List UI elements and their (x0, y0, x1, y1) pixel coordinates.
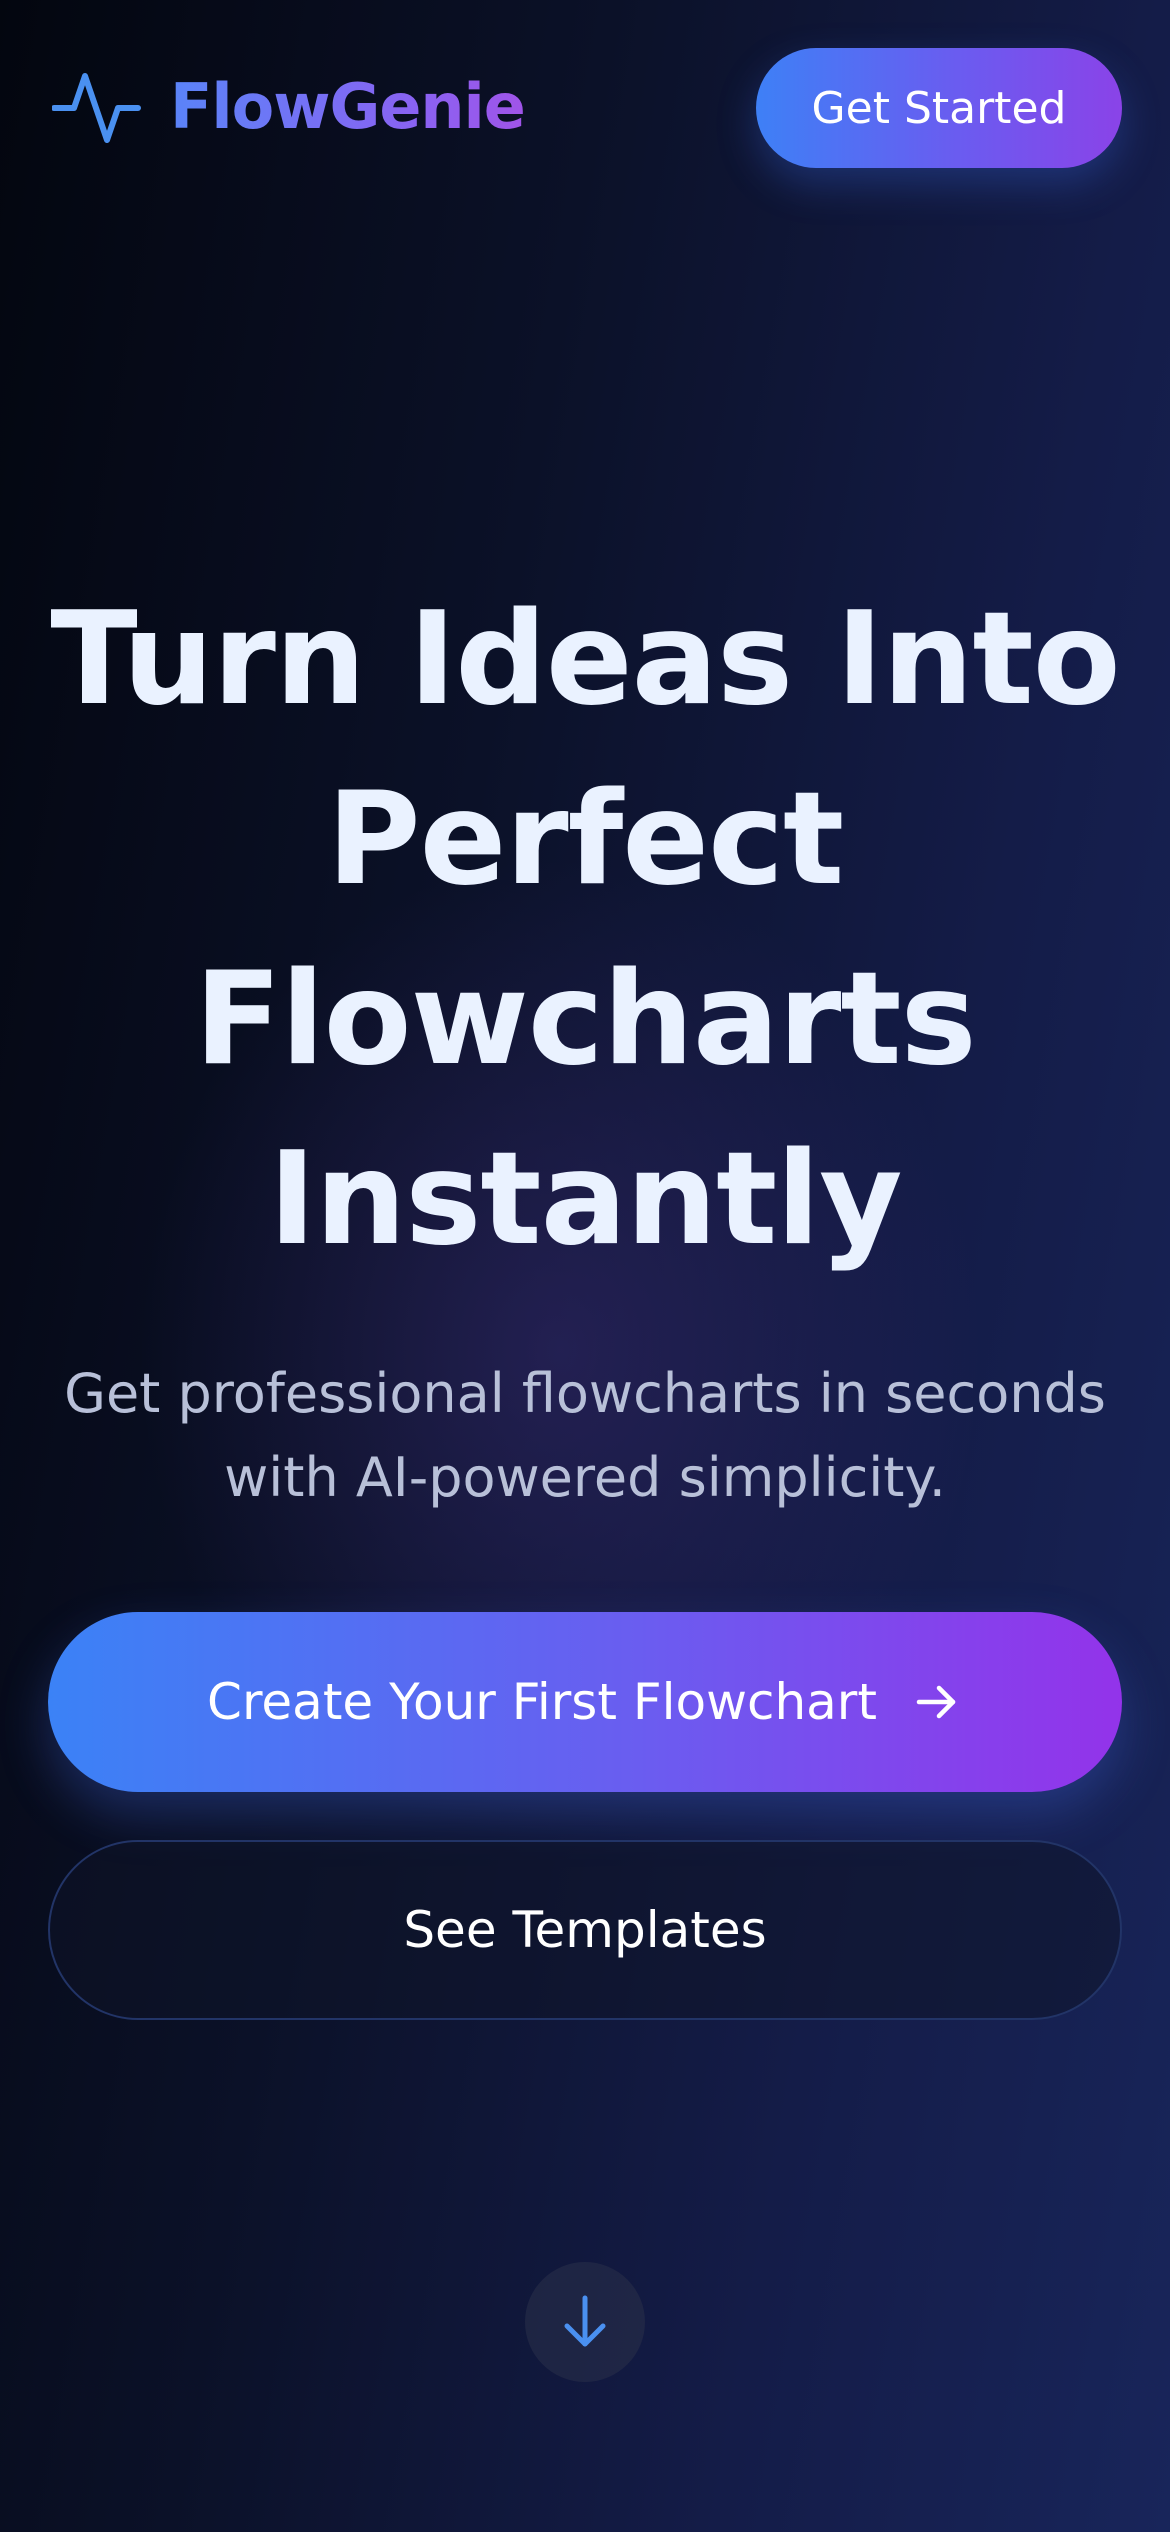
scroll-down-button[interactable] (525, 2262, 645, 2382)
see-templates-button[interactable]: See Templates (48, 1840, 1122, 2020)
hero-subtitle: Get professional flowcharts in seconds w… (60, 1352, 1110, 1520)
hero-subtitle-line: Get professional flowcharts in seconds (64, 1362, 1106, 1425)
hero-title-line: Turn Ideas Into (50, 585, 1120, 734)
get-started-button[interactable]: Get Started (756, 48, 1122, 168)
arrow-down-icon (564, 2295, 606, 2347)
arrow-right-icon (916, 1685, 956, 1719)
hero-title-line: Perfect (326, 765, 844, 914)
brand-logo[interactable]: FlowGenie (52, 62, 526, 152)
create-first-flowchart-label: Create Your First Flowchart (207, 1673, 877, 1731)
hero-title: Turn Ideas Into Perfect Flowcharts Insta… (40, 570, 1130, 1290)
hero-title-line: Flowcharts (194, 945, 976, 1094)
pulse-activity-icon (52, 73, 141, 143)
top-nav: FlowGenie Get Started (0, 0, 1170, 230)
brand-name: FlowGenie (170, 70, 526, 143)
hero-title-line: Instantly (268, 1125, 902, 1274)
create-first-flowchart-button[interactable]: Create Your First Flowchart (48, 1612, 1122, 1792)
hero-subtitle-line: with AI-powered simplicity. (224, 1446, 946, 1509)
